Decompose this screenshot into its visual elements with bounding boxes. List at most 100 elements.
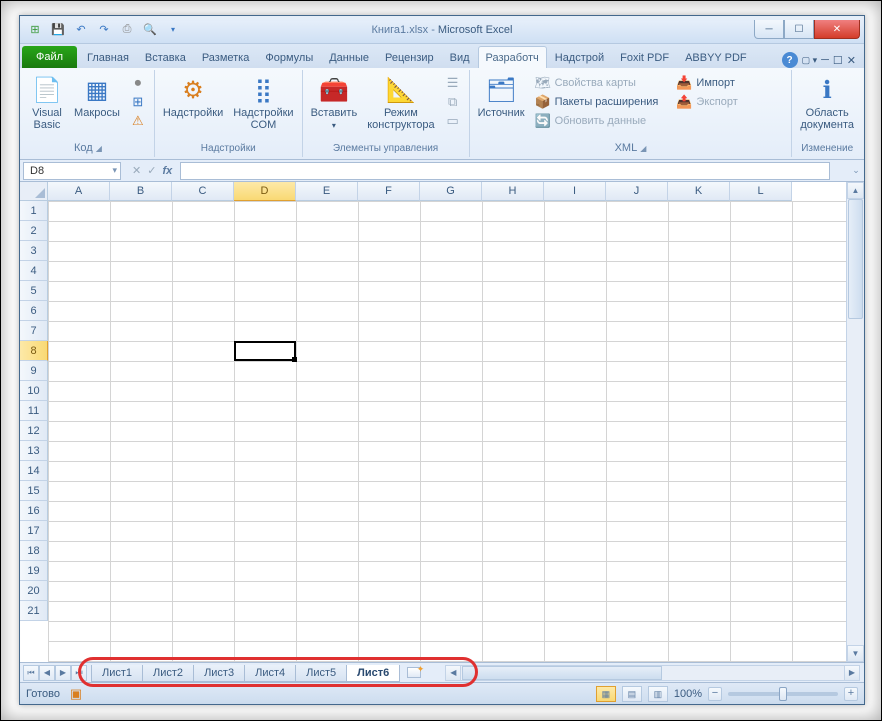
qat-more-icon[interactable]: ▾: [162, 19, 184, 41]
col-header-L[interactable]: L: [730, 182, 792, 201]
col-header-J[interactable]: J: [606, 182, 668, 201]
row-header-8[interactable]: 8: [20, 341, 48, 361]
row-header-5[interactable]: 5: [20, 281, 48, 301]
addins-button[interactable]: ⚙ Надстройки: [159, 72, 227, 121]
zoom-level[interactable]: 100%: [674, 688, 702, 700]
undo-icon[interactable]: ↶: [70, 19, 92, 41]
insert-controls-button[interactable]: 🧰 Вставить▾: [307, 72, 362, 134]
xml-source-button[interactable]: 🗂 Источник: [474, 72, 529, 121]
page-layout-view-button[interactable]: ▤: [622, 686, 642, 702]
help-icon[interactable]: ?: [782, 52, 798, 68]
horizontal-scrollbar[interactable]: ◀ ▶: [445, 665, 860, 681]
hscroll-thumb[interactable]: [462, 666, 662, 680]
select-all-corner[interactable]: [20, 182, 48, 201]
col-header-H[interactable]: H: [482, 182, 544, 201]
new-sheet-button[interactable]: [403, 665, 425, 681]
preview-icon[interactable]: 🔍: [139, 19, 161, 41]
print-icon[interactable]: ⎙: [116, 19, 138, 41]
tab-review[interactable]: Рецензир: [377, 46, 442, 68]
sheet-tab-3[interactable]: Лист3: [193, 665, 245, 682]
worksheet-grid[interactable]: ABCDEFGHIJKL 123456789101112131415161718…: [20, 182, 864, 662]
com-addins-button[interactable]: ⣿ Надстройки COM: [229, 72, 297, 133]
row-header-3[interactable]: 3: [20, 241, 48, 261]
col-header-K[interactable]: K: [668, 182, 730, 201]
vscroll-thumb[interactable]: [848, 199, 863, 319]
row-header-11[interactable]: 11: [20, 401, 48, 421]
document-panel-button[interactable]: ℹ Область документа: [796, 72, 858, 133]
row-header-20[interactable]: 20: [20, 581, 48, 601]
mdi-close-icon[interactable]: ✕: [847, 54, 856, 67]
dialog-launcher-icon[interactable]: ◢: [640, 144, 646, 153]
row-header-19[interactable]: 19: [20, 561, 48, 581]
tab-insert[interactable]: Вставка: [137, 46, 194, 68]
sheet-last-icon[interactable]: ⏭: [71, 665, 87, 681]
row-header-6[interactable]: 6: [20, 301, 48, 321]
scroll-down-icon[interactable]: ▼: [847, 645, 864, 662]
col-header-B[interactable]: B: [110, 182, 172, 201]
macro-record-status-icon[interactable]: ▣: [68, 686, 84, 702]
row-header-17[interactable]: 17: [20, 521, 48, 541]
sheet-next-icon[interactable]: ▶: [55, 665, 71, 681]
tab-home[interactable]: Главная: [79, 46, 137, 68]
zoom-in-button[interactable]: +: [844, 687, 858, 701]
view-code-button[interactable]: ⧉: [441, 93, 465, 111]
col-header-C[interactable]: C: [172, 182, 234, 201]
row-header-18[interactable]: 18: [20, 541, 48, 561]
col-header-I[interactable]: I: [544, 182, 606, 201]
mdi-minimize-icon[interactable]: ─: [821, 54, 829, 66]
sheet-first-icon[interactable]: ⏮: [23, 665, 39, 681]
formula-input[interactable]: [180, 162, 830, 180]
minimize-button[interactable]: ─: [754, 20, 784, 39]
scroll-right-icon[interactable]: ▶: [844, 665, 860, 681]
dialog-launcher-icon[interactable]: ◢: [96, 144, 102, 153]
tab-formulas[interactable]: Формулы: [257, 46, 321, 68]
xml-export-button[interactable]: 📤Экспорт: [672, 93, 741, 111]
cells-area[interactable]: [48, 201, 846, 662]
sheet-tab-6[interactable]: Лист6: [346, 665, 400, 682]
row-header-7[interactable]: 7: [20, 321, 48, 341]
redo-icon[interactable]: ↷: [93, 19, 115, 41]
map-props-button[interactable]: 🗺Свойства карты: [531, 74, 663, 92]
row-header-10[interactable]: 10: [20, 381, 48, 401]
page-break-view-button[interactable]: ▥: [648, 686, 668, 702]
row-headers[interactable]: 123456789101112131415161718192021: [20, 201, 48, 662]
row-header-13[interactable]: 13: [20, 441, 48, 461]
scroll-left-icon[interactable]: ◀: [445, 665, 461, 681]
ribbon-minimize-icon[interactable]: ▢ ▾: [802, 55, 818, 66]
relative-ref-button[interactable]: ⊞: [126, 93, 150, 111]
refresh-data-button[interactable]: 🔄Обновить данные: [531, 112, 663, 130]
row-header-2[interactable]: 2: [20, 221, 48, 241]
column-headers[interactable]: ABCDEFGHIJKL: [48, 182, 846, 201]
tab-addins[interactable]: Надстрой: [547, 46, 612, 68]
sheet-prev-icon[interactable]: ◀: [39, 665, 55, 681]
tab-layout[interactable]: Разметка: [194, 46, 258, 68]
tab-data[interactable]: Данные: [321, 46, 377, 68]
col-header-D[interactable]: D: [234, 182, 296, 201]
tab-developer[interactable]: Разработч: [478, 46, 547, 68]
sheet-tab-5[interactable]: Лист5: [295, 665, 347, 682]
col-header-E[interactable]: E: [296, 182, 358, 201]
active-cell[interactable]: [234, 341, 296, 361]
maximize-button[interactable]: ☐: [784, 20, 814, 39]
sheet-tab-1[interactable]: Лист1: [91, 665, 143, 682]
record-macro-button[interactable]: ⏺: [126, 74, 150, 92]
zoom-thumb[interactable]: [779, 687, 787, 701]
close-button[interactable]: ✕: [814, 20, 860, 39]
row-header-1[interactable]: 1: [20, 201, 48, 221]
design-mode-button[interactable]: 📐 Режим конструктора: [363, 72, 438, 133]
file-tab[interactable]: Файл: [22, 46, 77, 68]
col-header-F[interactable]: F: [358, 182, 420, 201]
expand-formula-bar-icon[interactable]: ⌄: [848, 165, 864, 176]
sheet-tab-2[interactable]: Лист2: [142, 665, 194, 682]
scroll-up-icon[interactable]: ▲: [847, 182, 864, 199]
tab-foxit[interactable]: Foxit PDF: [612, 46, 677, 68]
visual-basic-button[interactable]: 📄 Visual Basic: [26, 72, 68, 133]
xml-import-button[interactable]: 📥Импорт: [672, 74, 741, 92]
zoom-slider[interactable]: [728, 692, 838, 696]
row-header-9[interactable]: 9: [20, 361, 48, 381]
zoom-out-button[interactable]: −: [708, 687, 722, 701]
mdi-restore-icon[interactable]: ☐: [833, 54, 843, 67]
row-header-21[interactable]: 21: [20, 601, 48, 621]
sheet-tab-4[interactable]: Лист4: [244, 665, 296, 682]
name-box[interactable]: D8: [23, 162, 121, 180]
